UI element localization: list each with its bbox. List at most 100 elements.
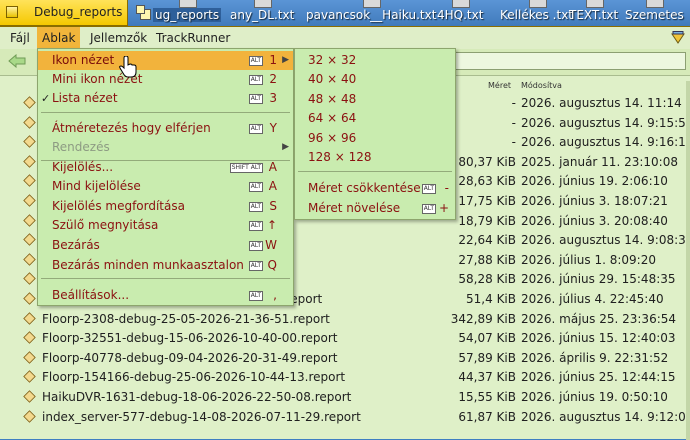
menu-item-label: 128 × 128 — [308, 150, 372, 164]
menu-item-label: Átméretezés hogy elférjen — [52, 121, 211, 135]
file-size: 51,4 KiB — [466, 292, 516, 306]
desktop-icon-kellekes[interactable]: Kellékes .txt — [500, 0, 573, 22]
modifier-key-icon: ALT — [421, 184, 436, 194]
zoom-button[interactable] — [136, 5, 151, 20]
report-file-icon — [23, 351, 36, 364]
menu-item-label: 32 × 32 — [308, 53, 357, 67]
file-modified: 2026. június 25. 12:44:15 — [521, 370, 676, 385]
menu-item[interactable]: Mind kijelölése ALT A — [38, 177, 293, 196]
menu-separator — [298, 171, 452, 172]
submenu-item[interactable]: Méret csökkentése ALT - — [295, 179, 455, 198]
shortcut-key: 2 — [269, 72, 277, 86]
desktop-icon-any-dl[interactable]: any_DL.txt — [230, 0, 294, 22]
menu-item[interactable]: ✓ Lista nézet ALT 3 — [38, 89, 293, 108]
file-size: 15,55 KiB — [458, 390, 516, 404]
menu-item[interactable]: Beállítások... ALT, — [38, 286, 293, 305]
menu-item-label: Mind kijelölése — [52, 179, 141, 193]
file-size: 54,07 KiB — [458, 331, 516, 346]
menu-item-label: 40 × 40 — [308, 72, 357, 86]
close-button[interactable] — [6, 6, 18, 18]
shortcut-key: Q — [267, 258, 277, 272]
report-file-icon — [23, 311, 36, 325]
menu-separator — [41, 112, 290, 113]
table-row[interactable]: Floorp-40778-debug-09-04-2026-20-31-49.r… — [0, 348, 690, 368]
hand-pointer-icon — [119, 56, 137, 78]
file-name: Floorp-40778-debug-09-04-2026-20-31-49.r… — [42, 350, 338, 365]
table-row[interactable]: index_server-577-debug-14-08-2026-07-11-… — [0, 407, 690, 427]
submenu-item[interactable]: 48 × 48 — [295, 90, 455, 109]
window-title: Debug_reports — [34, 5, 123, 19]
desktop-icon-4hq[interactable]: 4HQ.txt — [437, 0, 483, 22]
file-modified: 2026. június 29. 15:48:35 — [521, 272, 676, 287]
menu-item[interactable]: Kijelölés... SHIFT ALT A — [38, 158, 293, 177]
file-modified: 2026. augusztus 14. 11:14 — [521, 96, 682, 110]
window-tab[interactable]: Debug_reports — [0, 0, 128, 26]
file-size: 22,64 KiB — [458, 233, 516, 248]
file-modified: 2026. június 19. 2:06:10 — [521, 174, 668, 189]
checkmark-icon: ✓ — [41, 92, 51, 105]
submenu-item[interactable]: 96 × 96 — [295, 129, 455, 148]
menu-item-label: Bezárás — [52, 238, 100, 252]
submenu-item[interactable]: 40 × 40 — [295, 70, 455, 89]
desktop-icon-text[interactable]: TEXT.txt — [569, 0, 618, 22]
report-file-icon — [23, 155, 36, 168]
table-row[interactable]: Floorp-2308-debug-25-05-2026-21-36-51.re… — [0, 309, 690, 329]
file-name: Floorp-154166-debug-25-06-2026-10-44-13.… — [42, 370, 346, 385]
file-modified: 2026. augusztus 14. 9:15:57 — [521, 115, 690, 130]
menu-item-label: Ikon nézet — [52, 53, 115, 67]
menu-item-label: Méret növelése — [308, 201, 401, 215]
file-size: 27,88 KiB — [458, 252, 516, 267]
shortcut-key: - — [444, 181, 449, 195]
menu-item-label: 48 × 48 — [308, 92, 357, 106]
report-file-icon — [23, 115, 36, 129]
submenu-arrow-icon: ▶ — [282, 142, 289, 152]
column-header-modified[interactable]: Módosítva — [521, 81, 562, 90]
submenu-item[interactable]: 64 × 64 — [295, 109, 455, 128]
vertical-scrollbar[interactable] — [686, 81, 690, 440]
menu-file[interactable]: Fájl — [5, 30, 35, 46]
file-modified: 2026. június 15. 12:40:03 — [521, 331, 676, 346]
menu-item: Rendezés ▶ — [38, 138, 293, 157]
submenu-item[interactable]: 32 × 32 — [295, 51, 455, 70]
report-file-icon — [23, 331, 36, 344]
modifier-key-icon: ALT — [248, 241, 263, 251]
modifier-key-icon: ALT — [248, 124, 263, 134]
menu-item-label: 96 × 96 — [308, 131, 357, 145]
menu-trackrunner[interactable]: TrackRunner — [151, 30, 235, 46]
file-size: 61,87 KiB — [458, 409, 516, 424]
file-size: 18,79 KiB — [458, 213, 516, 228]
table-row[interactable]: HaikuDVR-1631-debug-18-06-2026-22-50-08.… — [0, 387, 690, 407]
shortcut-key: W — [265, 238, 277, 252]
text-file-icon — [363, 0, 382, 8]
tracker-status-icon[interactable] — [671, 31, 685, 44]
report-file-icon — [23, 233, 36, 246]
back-arrow-icon[interactable] — [8, 54, 26, 68]
menu-window[interactable]: Ablak — [37, 27, 81, 49]
column-header-size[interactable]: Méret — [488, 81, 511, 90]
table-row[interactable]: Floorp-154166-debug-25-06-2026-10-44-13.… — [0, 367, 690, 387]
file-modified: 2026. május 25. 23:36:54 — [521, 311, 677, 326]
window-menu: Ikon nézet ALT 1 ▶ Mini ikon nézet ALT 2 ✓ Lista… — [37, 48, 294, 306]
submenu-item[interactable]: 128 × 128 — [295, 148, 455, 167]
menu-item[interactable]: Bezárás ALT W — [38, 236, 293, 255]
menu-item[interactable]: Átméretezés hogy elférjen ALT Y — [38, 119, 293, 138]
desktop-icon-debug-reports[interactable]: ug_reports — [153, 0, 222, 22]
report-file-icon — [23, 292, 36, 305]
menu-item[interactable]: Mini ikon nézet ALT 2 — [38, 70, 293, 89]
file-name: Floorp-32551-debug-15-06-2026-10-40-00.r… — [42, 331, 338, 346]
text-file-icon — [254, 0, 273, 8]
menu-item[interactable]: Bezárás minden munkaasztalon ALT Q — [38, 256, 293, 275]
desktop-icon-trash[interactable]: Szemetes — [625, 0, 684, 22]
modifier-key-icon: ALT — [248, 291, 263, 301]
file-size: 80,37 KiB — [458, 154, 516, 169]
menu-item[interactable]: Ikon nézet ALT 1 ▶ — [38, 51, 293, 70]
desktop-icon-pavancsok[interactable]: pavancsok__Haiku.txt — [306, 0, 436, 22]
menu-attributes[interactable]: Jellemzők — [85, 30, 152, 46]
file-modified: 2026. augusztus 14. 9:12:01 — [521, 409, 690, 424]
menu-item-label: Szülő megnyitása — [52, 218, 159, 232]
report-file-icon — [23, 194, 36, 207]
table-row[interactable]: Floorp-32551-debug-15-06-2026-10-40-00.r… — [0, 328, 690, 348]
menu-item[interactable]: Kijelölés megfordítása ALT S — [38, 197, 293, 216]
submenu-item[interactable]: Méret növelése ALT + — [295, 199, 455, 218]
menu-item[interactable]: Szülő megnyitása ALT ↑ — [38, 216, 293, 235]
